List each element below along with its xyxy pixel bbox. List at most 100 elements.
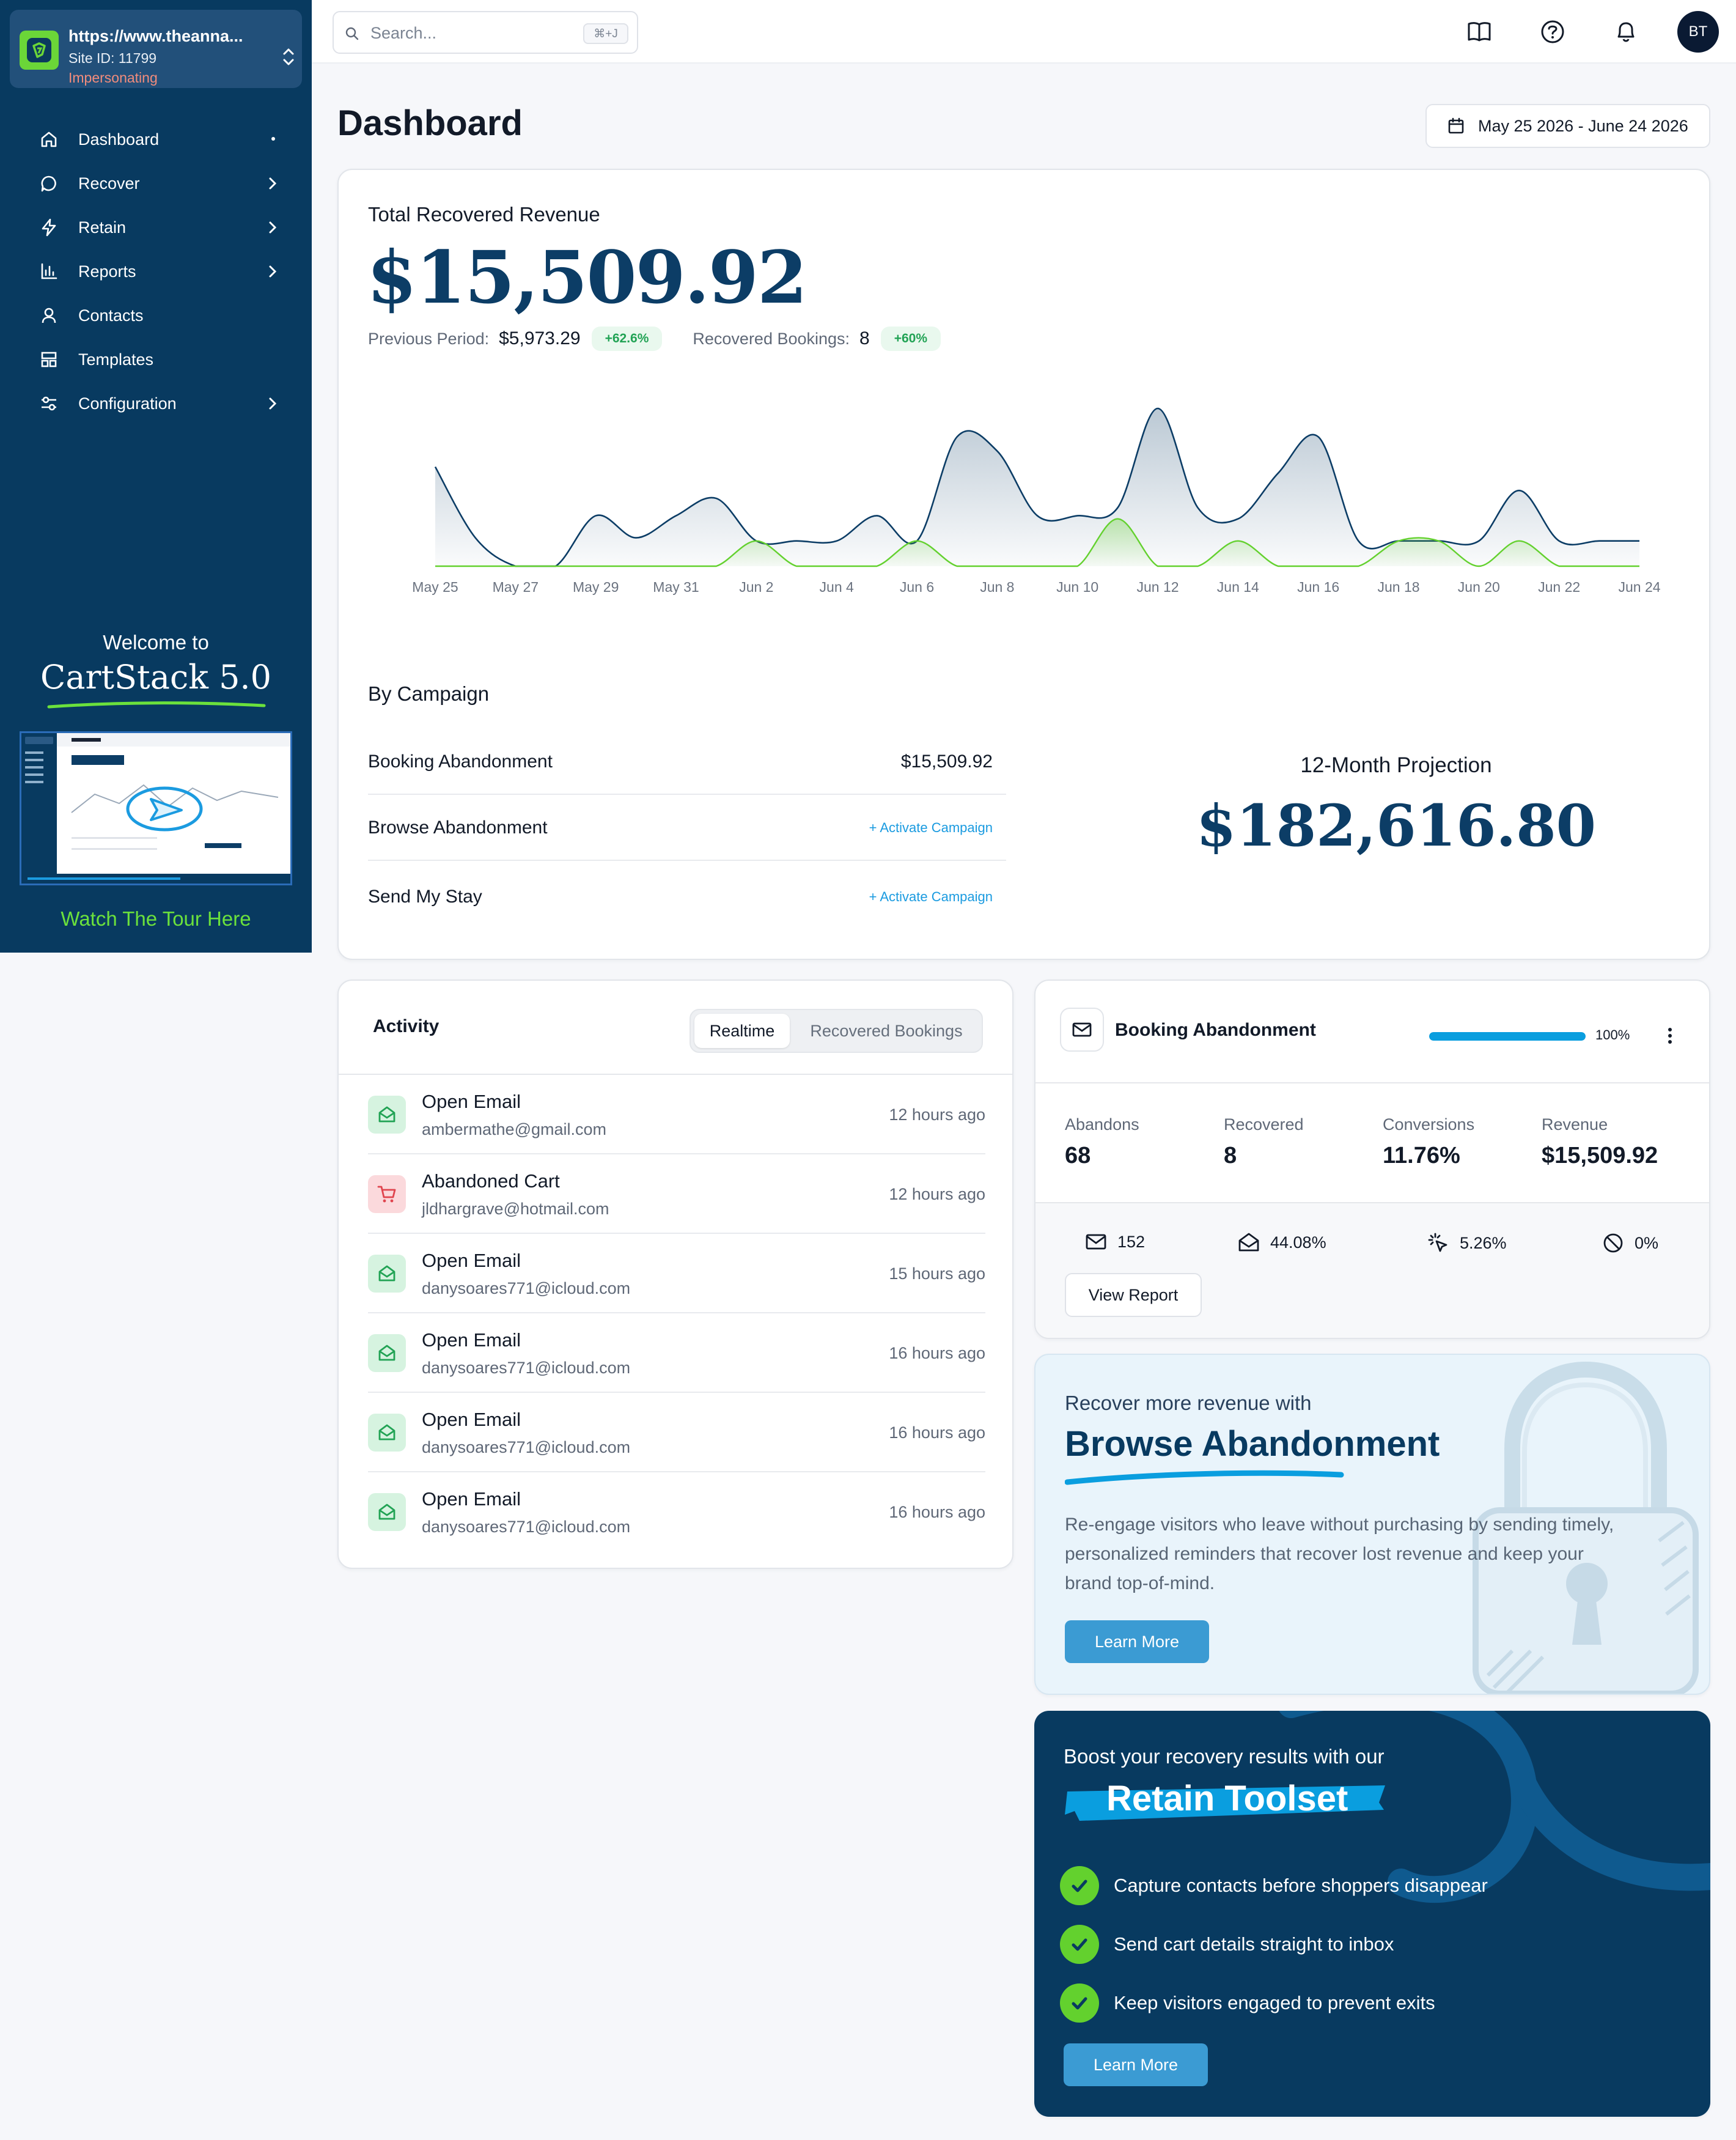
sidebar-item-templates[interactable]: Templates <box>37 341 281 378</box>
mail-open-icon <box>368 1096 406 1134</box>
activity-email: jldhargrave@hotmail.com <box>422 1200 609 1218</box>
sliders-icon <box>37 391 61 416</box>
x-tick-label: Jun 20 <box>1458 579 1500 595</box>
date-range-picker[interactable]: May 25 2026 - June 24 2026 <box>1425 104 1710 148</box>
retain-toolset-promo: Boost your recovery results with our Ret… <box>1034 1711 1710 2117</box>
sidebar-item-contacts[interactable]: Contacts <box>37 297 281 334</box>
tab-recovered-bookings[interactable]: Recovered Bookings <box>795 1014 978 1048</box>
previous-period-label: Previous Period: <box>368 329 490 348</box>
chevron-updown-icon <box>283 48 294 65</box>
activate-campaign-link[interactable]: + Activate Campaign <box>869 820 1006 836</box>
active-dot <box>271 137 275 141</box>
activity-time: 16 hours ago <box>889 1503 985 1521</box>
book-icon[interactable] <box>1466 18 1493 45</box>
check-icon <box>1060 1983 1099 2023</box>
chat-icon <box>37 171 61 196</box>
by-campaign-heading: By Campaign <box>368 682 490 705</box>
x-tick-label: Jun 2 <box>739 579 773 595</box>
campaign-name: Browse Abandonment <box>368 817 548 838</box>
view-report-button[interactable]: View Report <box>1065 1273 1202 1317</box>
activity-item[interactable]: Open Email danysoares771@icloud.com 16 hou… <box>368 1313 985 1393</box>
calendar-icon <box>1448 117 1464 134</box>
learn-more-button[interactable]: Learn More <box>1065 1620 1209 1663</box>
x-tick-label: Jun 22 <box>1538 579 1580 595</box>
projection-value: $182,616.80 <box>1196 792 1597 860</box>
revenue-label: Total Recovered Revenue <box>368 203 600 226</box>
tour-video-thumbnail[interactable] <box>20 731 292 885</box>
metric-value: 44.08% <box>1270 1233 1326 1252</box>
progress-fill <box>1429 1032 1586 1041</box>
activity-time: 16 hours ago <box>889 1344 985 1362</box>
activity-email: ambermathe@gmail.com <box>422 1120 607 1138</box>
brand-title: CartStack 5.0 <box>40 658 271 696</box>
more-vertical-icon[interactable] <box>1661 1025 1679 1047</box>
stat-revenue: Revenue $15,509.92 <box>1542 1115 1658 1169</box>
activity-type: Abandoned Cart <box>422 1170 560 1192</box>
sidebar-item-retain[interactable]: Retain <box>37 209 281 246</box>
booking-title: Booking Abandonment <box>1115 1020 1316 1040</box>
metric-value: 0% <box>1635 1233 1659 1252</box>
stat-abandons: Abandons 68 <box>1065 1115 1139 1169</box>
bar-chart-icon <box>37 259 61 284</box>
stat-conversions: Conversions 11.76% <box>1383 1115 1474 1169</box>
x-tick-label: Jun 16 <box>1297 579 1339 595</box>
date-range-label: May 25 2026 - June 24 2026 <box>1478 116 1688 135</box>
progress-bar <box>1429 1032 1586 1041</box>
activity-type: Open Email <box>422 1409 521 1430</box>
mail-open-icon <box>368 1255 406 1293</box>
site-switcher[interactable]: https://www.theanna... Site ID: 11799 Im… <box>10 10 302 88</box>
campaign-value: $15,509.92 <box>900 751 993 772</box>
cartstack-logo-icon <box>20 31 59 70</box>
sidebar-item-dashboard[interactable]: Dashboard <box>37 121 281 158</box>
page-title: Dashboard <box>337 103 523 143</box>
help-icon[interactable] <box>1539 18 1566 45</box>
revenue-value: $15,509.92 <box>367 235 807 320</box>
promo-title: Browse Abandonment <box>1065 1424 1440 1464</box>
watch-tour-link[interactable]: Watch The Tour Here <box>0 907 312 931</box>
stat-value: 8 <box>1224 1143 1237 1168</box>
bell-icon[interactable] <box>1613 18 1639 45</box>
topbar: ⌘+J BT <box>312 0 1736 64</box>
x-tick-label: May 31 <box>653 579 699 595</box>
x-tick-label: Jun 6 <box>900 579 934 595</box>
activate-campaign-link[interactable]: + Activate Campaign <box>869 889 1006 905</box>
sidebar-item-reports[interactable]: Reports <box>37 253 281 290</box>
user-icon <box>37 303 61 328</box>
mail-icon <box>1086 1234 1106 1250</box>
stat-label: Conversions <box>1383 1115 1475 1134</box>
booking-abandonment-card: Booking Abandonment 100% Abandons 68 Reco… <box>1034 980 1710 1339</box>
feature-text: Send cart details straight to inbox <box>1114 1933 1394 1955</box>
check-icon <box>1060 1866 1099 1905</box>
promo-title: Retain Toolset <box>1106 1779 1348 1818</box>
avatar[interactable]: BT <box>1677 11 1719 53</box>
site-id: Site ID: 11799 <box>68 50 157 66</box>
sidebar: https://www.theanna... Site ID: 11799 Im… <box>0 0 312 953</box>
activity-item[interactable]: Open Email ambermathe@gmail.com 12 hours a… <box>368 1075 985 1154</box>
brand-underline <box>47 701 266 709</box>
learn-more-button[interactable]: Learn More <box>1064 2043 1208 2086</box>
campaign-row: Booking Abandonment $15,509.92 <box>368 730 1006 795</box>
activity-item[interactable]: Open Email danysoares771@icloud.com 16 hou… <box>368 1393 985 1472</box>
sidebar-item-label: Recover <box>78 174 140 193</box>
feature-item: Keep visitors engaged to prevent exits <box>1060 1983 1435 2023</box>
campaign-row: Browse Abandonment + Activate Campaign <box>368 796 1006 861</box>
previous-change-badge: +62.6% <box>591 327 663 351</box>
stat-label: Recovered <box>1224 1115 1304 1134</box>
click-rate-metric: 5.26% <box>1427 1231 1507 1255</box>
activity-item[interactable]: Abandoned Cart jldhargrave@hotmail.com 12 … <box>368 1154 985 1234</box>
search-input[interactable] <box>370 21 554 45</box>
tab-realtime[interactable]: Realtime <box>694 1014 790 1048</box>
campaign-name: Send My Stay <box>368 887 482 907</box>
sidebar-item-recover[interactable]: Recover <box>37 165 281 202</box>
activity-time: 16 hours ago <box>889 1423 985 1442</box>
layout-icon <box>37 347 61 372</box>
sidebar-item-label: Templates <box>78 350 154 369</box>
x-tick-label: May 27 <box>493 579 539 595</box>
bolt-icon <box>37 215 61 240</box>
activity-item[interactable]: Open Email danysoares771@icloud.com 15 hou… <box>368 1234 985 1313</box>
activity-type: Open Email <box>422 1091 521 1112</box>
search-box[interactable]: ⌘+J <box>333 11 638 54</box>
sidebar-item-configuration[interactable]: Configuration <box>37 385 281 422</box>
activity-item[interactable]: Open Email danysoares771@icloud.com 16 hou… <box>368 1472 985 1552</box>
x-tick-label: May 25 <box>412 579 458 595</box>
